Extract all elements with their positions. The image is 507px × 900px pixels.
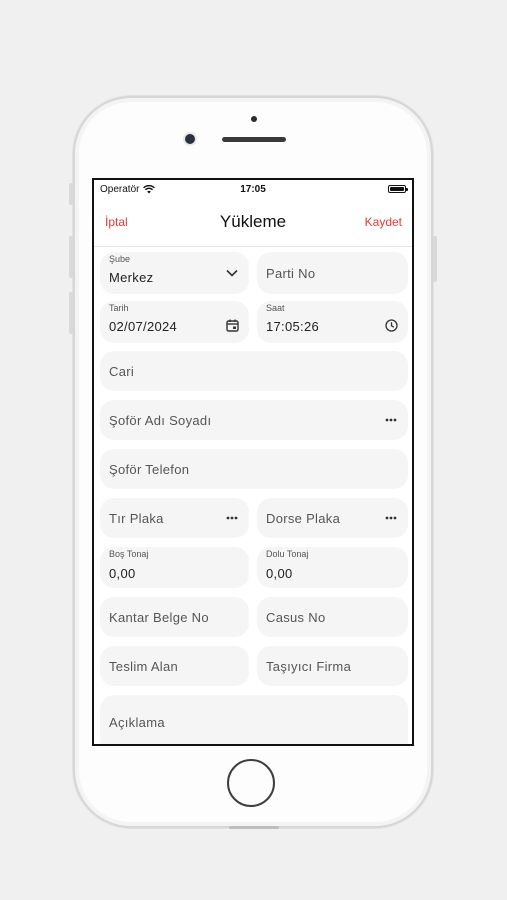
account-placeholder: Cari — [109, 364, 135, 379]
driver-name-field[interactable]: Şoför Adı Soyadı — [100, 400, 408, 440]
navigation-bar: İptal Yükleme Kaydet — [94, 200, 412, 247]
truck-plate-placeholder: Tır Plaka — [109, 511, 164, 526]
date-field[interactable]: Tarih 02/07/2024 — [100, 301, 249, 343]
empty-tonnage-label: Boş Tonaj — [109, 549, 149, 559]
branch-select[interactable]: Şube Merkez — [100, 252, 249, 294]
driver-phone-placeholder: Şoför Telefon — [109, 462, 190, 477]
power-button — [433, 236, 437, 282]
casus-number-field[interactable]: Casus No — [257, 597, 408, 637]
receiver-field[interactable]: Teslim Alan — [100, 646, 249, 686]
carrier-company-placeholder: Taşıyıcı Firma — [266, 659, 352, 674]
batch-number-placeholder: Parti No — [266, 266, 316, 281]
time-label: Saat — [266, 303, 285, 313]
full-tonnage-value: 0,00 — [266, 566, 293, 581]
full-tonnage-field[interactable]: Dolu Tonaj 0,00 — [257, 547, 408, 588]
date-value: 02/07/2024 — [109, 319, 178, 334]
front-camera — [185, 134, 195, 144]
trailer-plate-placeholder: Dorse Plaka — [266, 511, 341, 526]
calendar-icon[interactable] — [225, 318, 239, 332]
earpiece-speaker — [222, 137, 286, 142]
branch-value: Merkez — [109, 270, 154, 285]
full-tonnage-label: Dolu Tonaj — [266, 549, 309, 559]
home-button[interactable] — [227, 759, 275, 807]
volume-down-button — [69, 292, 73, 334]
volume-up-button — [69, 236, 73, 278]
time-value: 17:05:26 — [266, 319, 320, 334]
mute-switch — [69, 183, 73, 205]
bottom-port-line — [229, 826, 279, 829]
status-time: 17:05 — [240, 184, 266, 195]
empty-tonnage-field[interactable]: Boş Tonaj 0,00 — [100, 547, 249, 588]
trailer-plate-field[interactable]: Dorse Plaka — [257, 498, 408, 538]
scale-document-placeholder: Kantar Belge No — [109, 610, 209, 625]
receiver-placeholder: Teslim Alan — [109, 659, 179, 674]
scale-document-field[interactable]: Kantar Belge No — [100, 597, 249, 637]
status-bar: Operatör 17:05 — [94, 180, 412, 200]
description-placeholder: Açıklama — [109, 715, 165, 730]
chevron-down-icon — [225, 266, 239, 280]
branch-label: Şube — [109, 254, 131, 264]
driver-phone-field[interactable]: Şoför Telefon — [100, 449, 408, 489]
app-screen: Operatör 17:05 İptal Yükleme Kaydet Şube… — [92, 178, 414, 746]
driver-name-placeholder: Şoför Adı Soyadı — [109, 413, 212, 428]
more-icon[interactable] — [384, 413, 398, 427]
empty-tonnage-value: 0,00 — [109, 566, 136, 581]
save-button[interactable]: Kaydet — [365, 215, 402, 229]
account-field[interactable]: Cari — [100, 351, 408, 391]
date-label: Tarih — [109, 303, 129, 313]
casus-number-placeholder: Casus No — [266, 610, 326, 625]
time-field[interactable]: Saat 17:05:26 — [257, 301, 408, 343]
carrier-company-field[interactable]: Taşıyıcı Firma — [257, 646, 408, 686]
description-field[interactable]: Açıklama — [100, 695, 408, 744]
clock-icon[interactable] — [384, 318, 398, 332]
batch-number-field[interactable]: Parti No — [257, 252, 408, 294]
battery-icon — [388, 185, 408, 193]
more-icon[interactable] — [225, 511, 239, 525]
proximity-sensor — [251, 116, 257, 122]
more-icon[interactable] — [384, 511, 398, 525]
truck-plate-field[interactable]: Tır Plaka — [100, 498, 249, 538]
